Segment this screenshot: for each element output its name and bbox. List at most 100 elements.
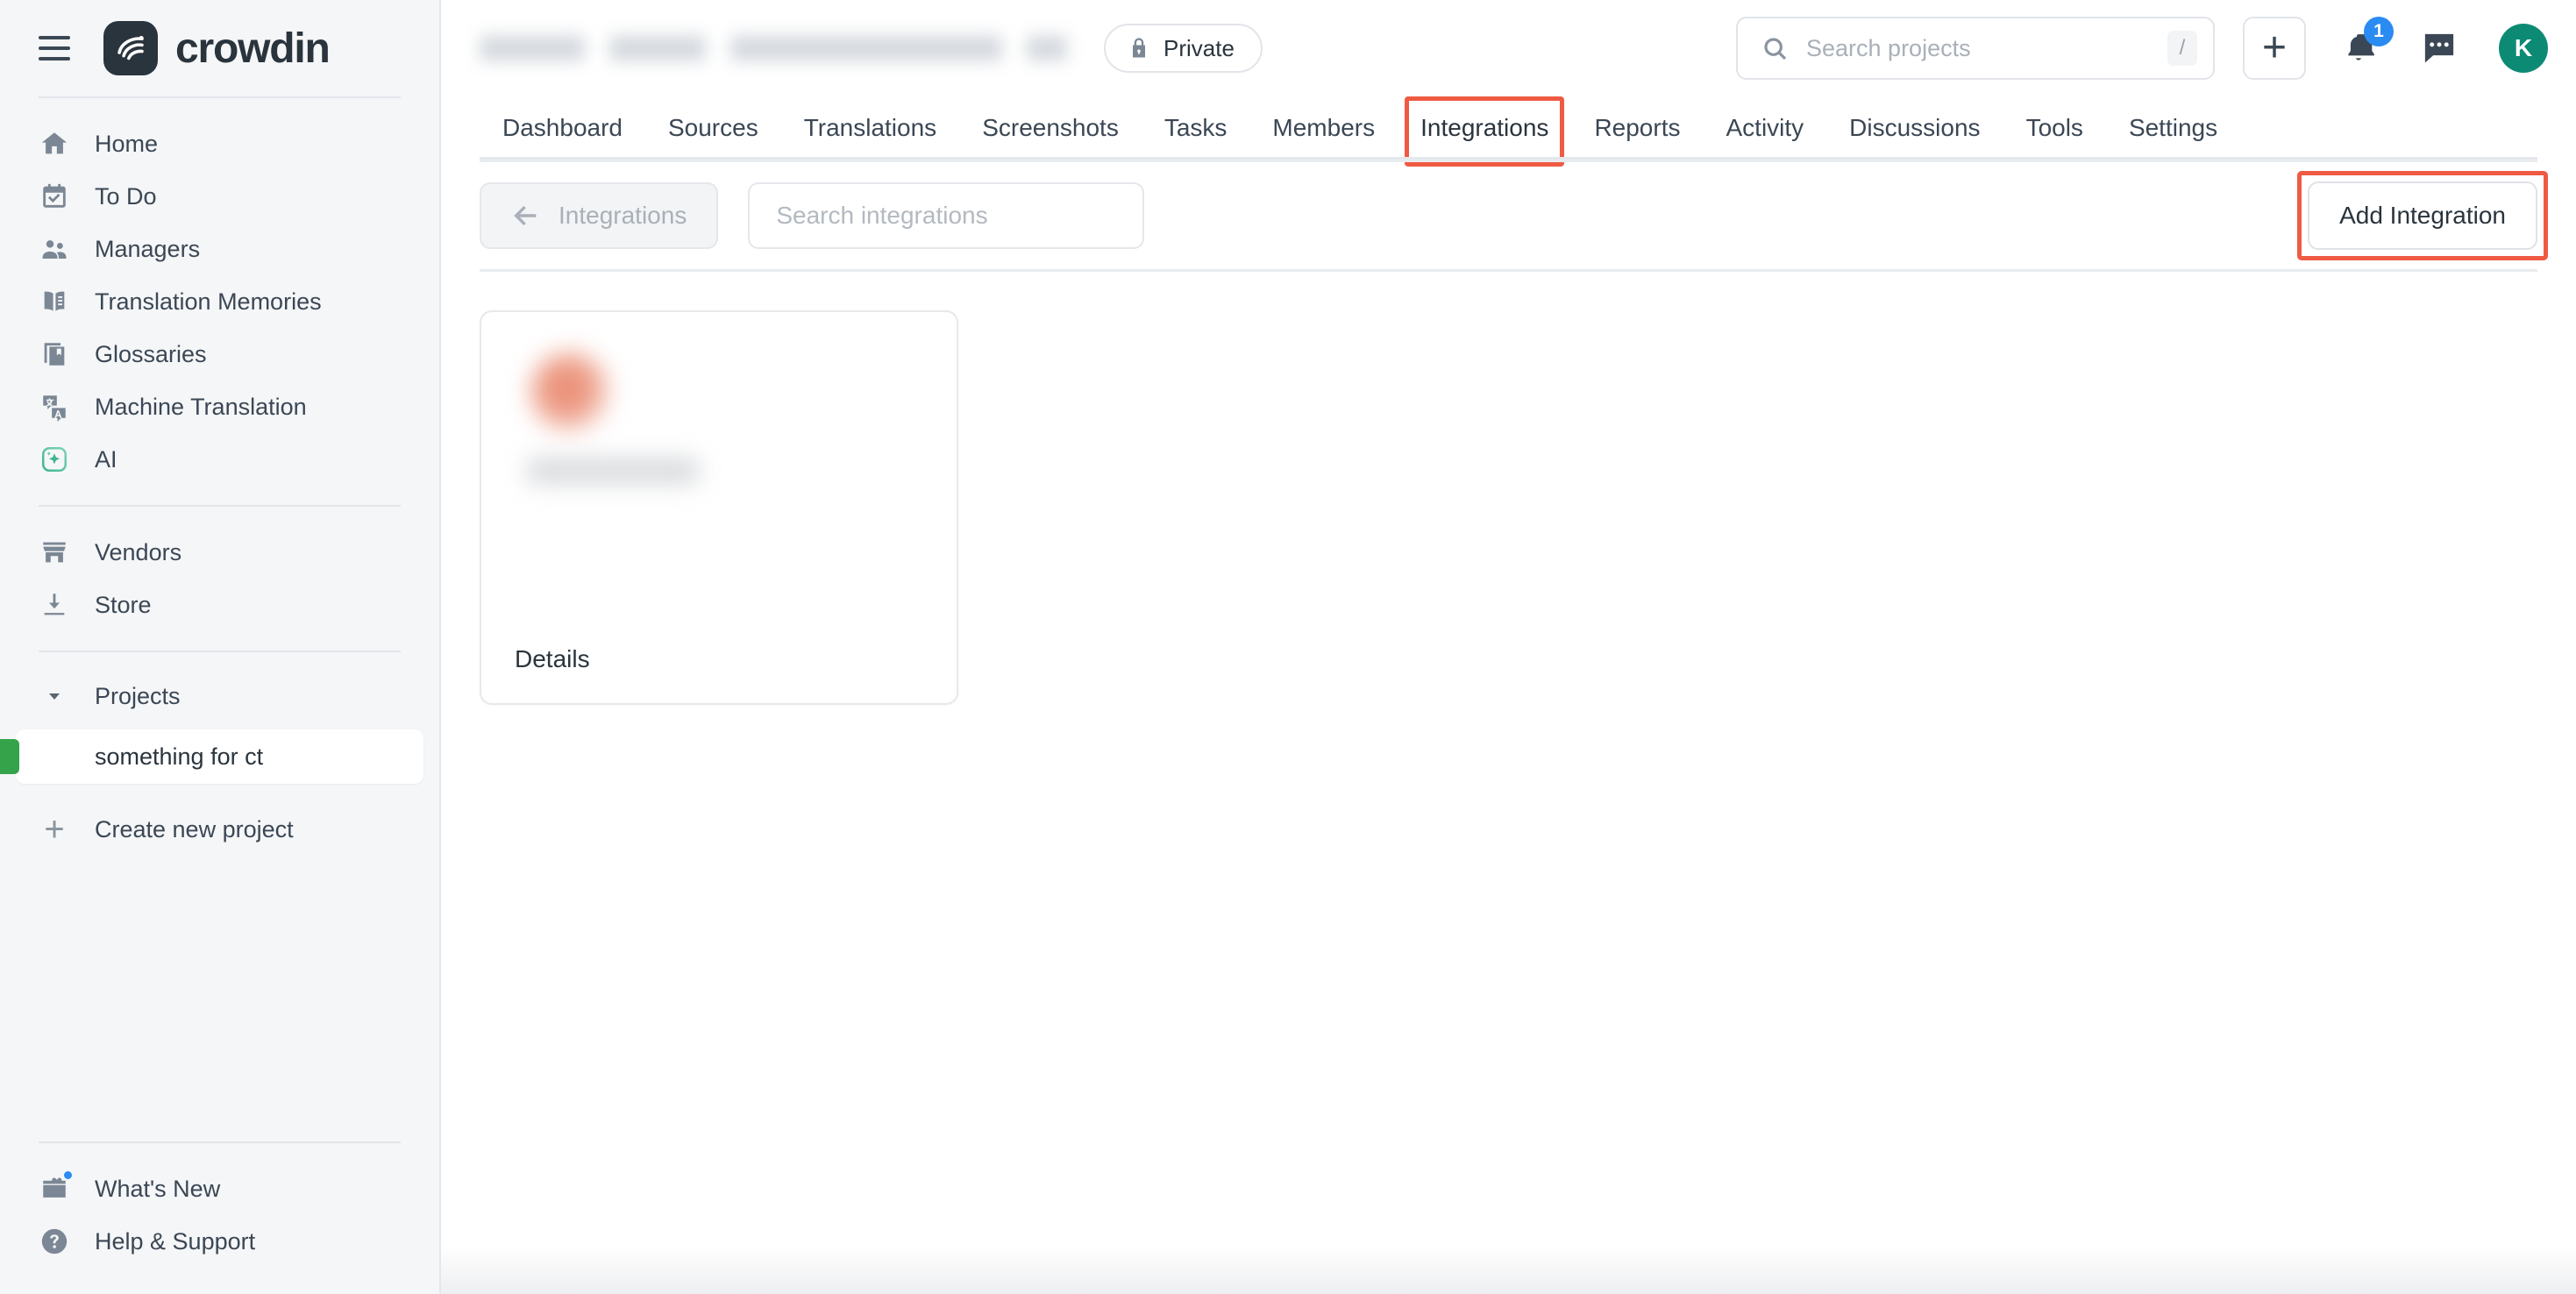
toolbar-divider-top: [480, 160, 2537, 162]
sidebar-item-to-do[interactable]: To Do: [0, 170, 423, 223]
integrations-content: Details: [441, 272, 2576, 1294]
home-icon: [39, 128, 70, 160]
breadcrumb[interactable]: [480, 29, 1067, 68]
app-root: crowdin Home To Do Managers Translation …: [0, 0, 2576, 1294]
ai-sparkle-icon: [39, 444, 70, 475]
integrations-toolbar: Integrations Add Integration: [441, 160, 2576, 272]
sidebar-bottom-group: What's New Help & Support: [0, 1143, 439, 1294]
sidebar-item-label: Glossaries: [95, 340, 207, 367]
top-bar-right: / + 1 K: [1736, 17, 2548, 80]
add-integration-wrapper: Add Integration: [2297, 171, 2548, 260]
tab-tools[interactable]: Tools: [2003, 114, 2106, 160]
create-new-project-button[interactable]: + Create new project: [0, 803, 439, 856]
caret-down-icon: [39, 680, 70, 712]
bottom-fade: [441, 1245, 2576, 1294]
people-icon: [39, 233, 70, 265]
sidebar-item-managers[interactable]: Managers: [0, 223, 423, 275]
search-input[interactable]: [1806, 34, 2150, 62]
sidebar-item-ai[interactable]: AI: [0, 433, 423, 486]
project-tabs-list: Dashboard Sources Translations Screensho…: [480, 96, 2240, 167]
plus-icon: +: [44, 810, 65, 849]
integration-logo-redacted: [515, 345, 699, 508]
tab-screenshots[interactable]: Screenshots: [959, 114, 1142, 160]
sidebar-item-whats-new[interactable]: What's New: [0, 1162, 423, 1215]
sidebar-item-label: Managers: [95, 235, 201, 262]
brand-logo[interactable]: crowdin: [103, 21, 331, 75]
create-new-project-label: Create new project: [95, 815, 294, 843]
search-projects-box[interactable]: /: [1736, 17, 2215, 80]
sidebar-item-label: Store: [95, 591, 152, 618]
integration-cards-grid: Details: [480, 310, 2537, 705]
messages-button[interactable]: [2418, 27, 2460, 69]
tab-settings[interactable]: Settings: [2106, 114, 2240, 160]
sidebar-item-help-support[interactable]: Help & Support: [0, 1215, 423, 1268]
sidebar-secondary-group: Vendors Store: [0, 507, 439, 651]
notifications-button[interactable]: 1: [2336, 17, 2394, 71]
bookmark-book-icon: [39, 338, 70, 370]
main-area: Private / + 1 K: [441, 0, 2576, 1294]
search-icon: [1764, 38, 1787, 60]
sidebar-projects-header[interactable]: Projects: [0, 672, 439, 721]
hamburger-menu-icon[interactable]: [39, 36, 70, 60]
sidebar-item-label: AI: [95, 445, 117, 473]
tab-sources[interactable]: Sources: [645, 114, 781, 160]
sidebar-project-label: something for ct: [95, 743, 264, 770]
sidebar-item-label: Translation Memories: [95, 288, 322, 315]
add-button[interactable]: +: [2243, 17, 2306, 80]
sidebar-item-label: To Do: [95, 182, 157, 210]
search-integrations-input[interactable]: [776, 202, 1117, 230]
integration-details-link[interactable]: Details: [515, 645, 923, 673]
plus-icon: +: [2261, 25, 2288, 71]
tab-activity[interactable]: Activity: [1703, 114, 1826, 160]
brand-name: crowdin: [175, 25, 331, 72]
back-button-label: Integrations: [559, 202, 687, 229]
sidebar-primary-group: Home To Do Managers Translation Memories…: [0, 98, 439, 505]
sidebar-item-machine-translation[interactable]: Machine Translation: [0, 380, 423, 433]
sidebar-item-store[interactable]: Store: [0, 579, 423, 631]
sidebar-item-label: Home: [95, 130, 159, 157]
avatar[interactable]: K: [2499, 24, 2548, 73]
tab-integrations[interactable]: Integrations: [1398, 96, 1571, 167]
gift-card-icon: [39, 1170, 74, 1205]
sidebar-item-label: What's New: [95, 1175, 221, 1202]
search-integrations-box[interactable]: [748, 182, 1145, 249]
tab-members[interactable]: Members: [1249, 114, 1398, 160]
lock-icon: [1133, 38, 1145, 58]
notification-count-badge: 1: [2364, 17, 2394, 46]
tab-discussions[interactable]: Discussions: [1826, 114, 2003, 160]
sidebar-item-translation-memories[interactable]: Translation Memories: [0, 275, 423, 328]
tab-reports[interactable]: Reports: [1571, 114, 1703, 160]
crowdin-logo-icon: [103, 21, 158, 75]
sidebar: crowdin Home To Do Managers Translation …: [0, 0, 441, 1294]
active-project-accent-bar: [0, 739, 19, 774]
sidebar-item-label: Vendors: [95, 538, 182, 565]
tab-translations[interactable]: Translations: [781, 114, 959, 160]
sidebar-project-something-for-ct[interactable]: something for ct: [0, 729, 423, 784]
tab-tasks[interactable]: Tasks: [1142, 114, 1250, 160]
add-integration-button[interactable]: Add Integration: [2308, 181, 2537, 250]
sidebar-item-vendors[interactable]: Vendors: [0, 526, 423, 579]
tab-dashboard[interactable]: Dashboard: [480, 114, 645, 160]
open-book-icon: [39, 286, 70, 317]
integration-card[interactable]: Details: [480, 310, 958, 705]
sidebar-item-label: Help & Support: [95, 1227, 256, 1255]
arrow-left-icon: [514, 205, 537, 226]
translate-icon: [39, 391, 70, 423]
sidebar-item-home[interactable]: Home: [0, 117, 423, 170]
download-icon: [39, 589, 70, 621]
storefront-icon: [39, 537, 70, 568]
status-badge-private[interactable]: Private: [1104, 24, 1263, 73]
sidebar-item-glossaries[interactable]: Glossaries: [0, 328, 423, 380]
top-bar: Private / + 1 K: [441, 0, 2576, 96]
calendar-check-icon: [39, 181, 70, 212]
sidebar-projects-label: Projects: [95, 682, 181, 709]
whats-new-dot-badge: [62, 1170, 74, 1181]
search-shortcut-key: /: [2167, 31, 2197, 66]
project-tabs: Dashboard Sources Translations Screensho…: [441, 96, 2576, 167]
sidebar-item-label: Machine Translation: [95, 393, 307, 420]
status-badge-label: Private: [1163, 34, 1235, 61]
sidebar-projects-group: Projects something for ct + Create new p…: [0, 652, 439, 875]
back-to-integrations-button[interactable]: Integrations: [480, 182, 719, 249]
sidebar-brand-row: crowdin: [0, 0, 439, 96]
